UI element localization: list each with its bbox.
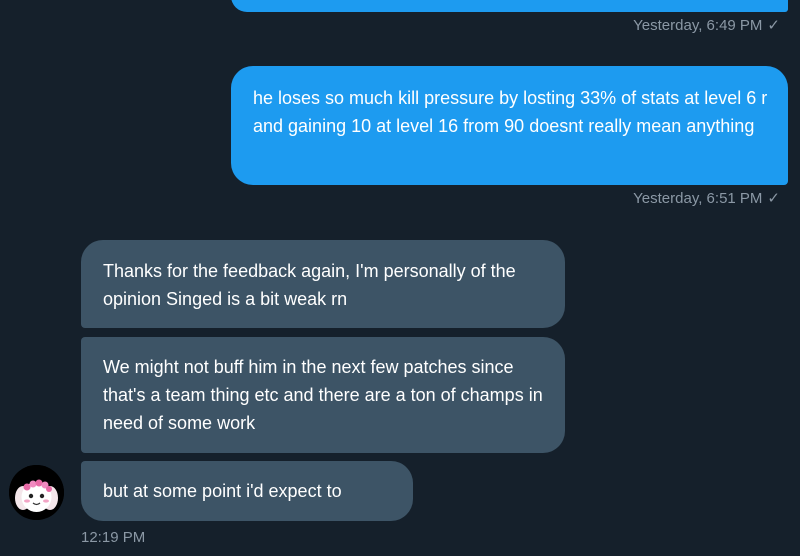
message-timestamp: Yesterday, 6:49 PM xyxy=(633,17,763,34)
message-meta-3: 12:19 PM xyxy=(81,529,145,547)
message-timestamp: 12:19 PM xyxy=(81,529,146,546)
avatar-icon[interactable] xyxy=(9,465,64,520)
received-message-bubble-3[interactable]: but at some point i'd expect to xyxy=(81,461,413,521)
message-text: Thanks for the feedback again, I'm perso… xyxy=(103,261,516,309)
message-meta-1: Yesterday, 6:49 PM ✓ xyxy=(633,17,780,35)
message-text: We might not buff him in the next few pa… xyxy=(103,357,543,433)
message-text: he loses so much kill pressure by lostin… xyxy=(253,88,768,136)
received-message-bubble-2[interactable]: We might not buff him in the next few pa… xyxy=(81,337,565,453)
message-meta-2: Yesterday, 6:51 PM ✓ xyxy=(633,190,780,208)
sent-message-bubble-2[interactable]: he loses so much kill pressure by lostin… xyxy=(231,66,788,185)
avatar-image xyxy=(9,465,64,520)
received-message-bubble-1[interactable]: Thanks for the feedback again, I'm perso… xyxy=(81,240,565,328)
message-timestamp: Yesterday, 6:51 PM xyxy=(633,190,763,207)
message-text: but at some point i'd expect to xyxy=(103,481,342,501)
check-icon: ✓ xyxy=(767,17,780,34)
sent-message-bubble-1[interactable] xyxy=(231,0,788,12)
check-icon: ✓ xyxy=(767,190,780,207)
